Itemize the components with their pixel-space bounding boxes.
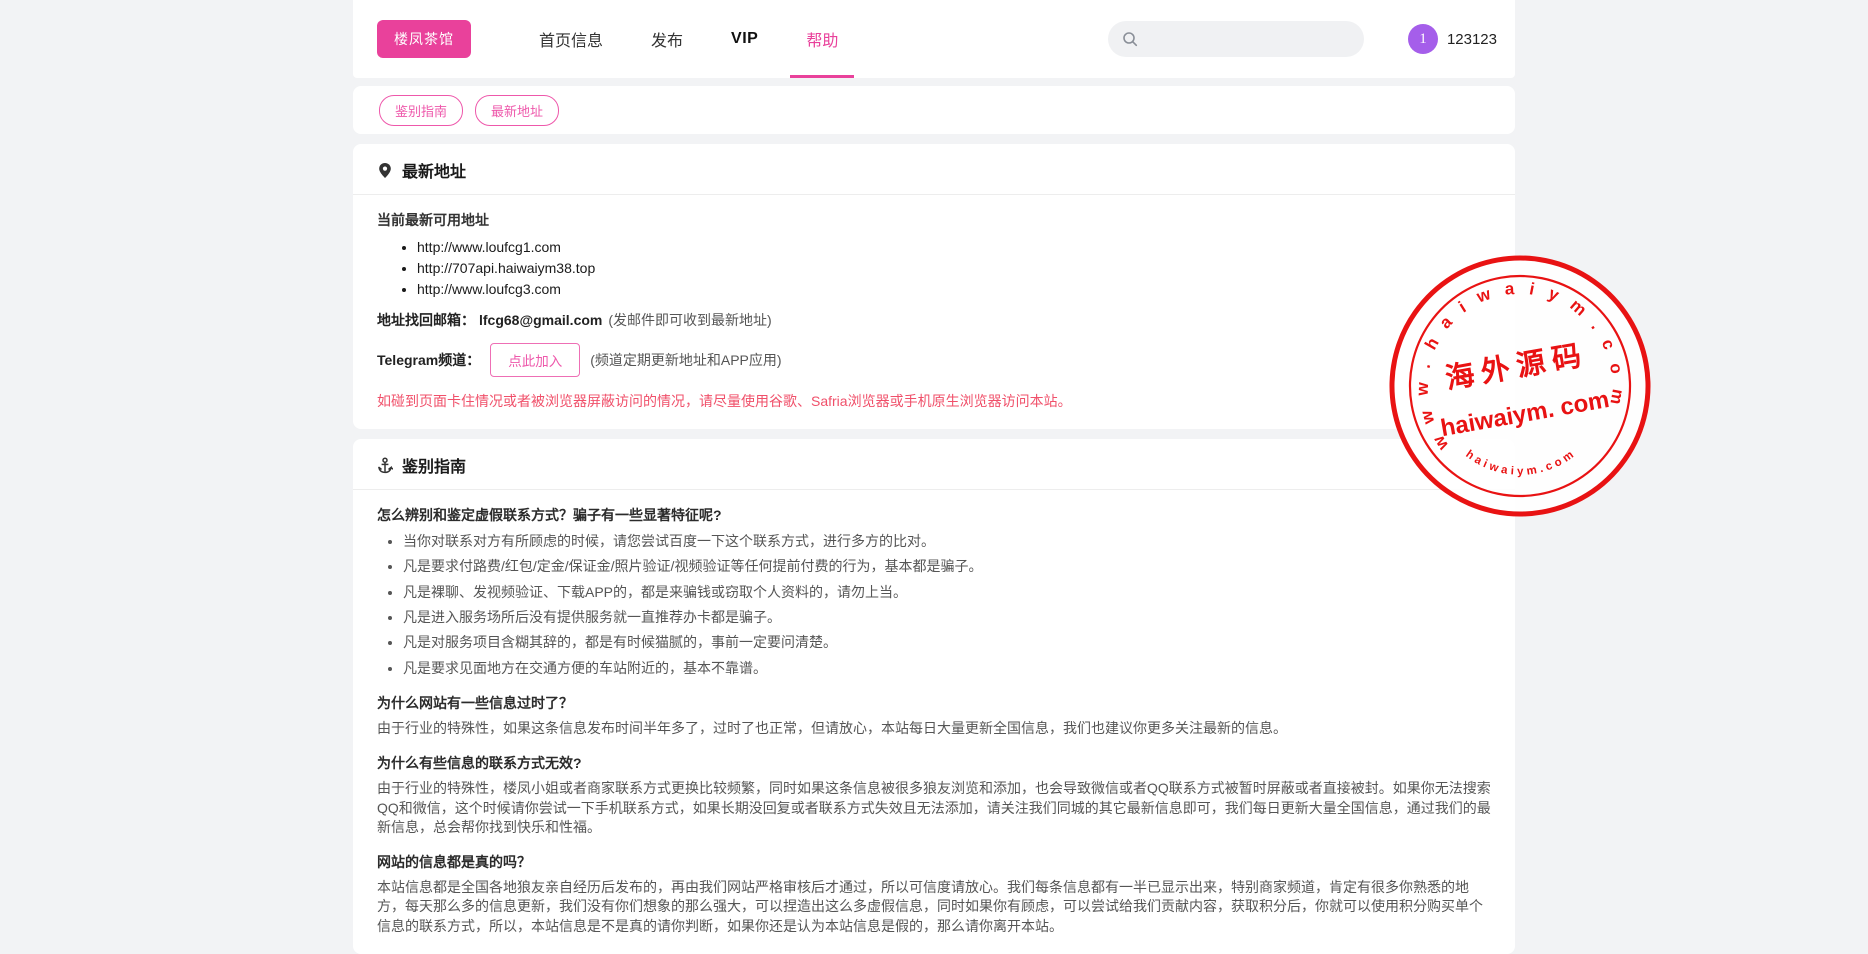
qa-block: 为什么网站有一些信息过时了？ 由于行业的特殊性，如果这条信息发布时间半年多了，过… [377, 693, 1491, 738]
pill-latest-address[interactable]: 最新地址 [475, 95, 559, 126]
email-line: 地址找回邮箱： lfcg68@gmail.com (发邮件即可收到最新地址) [377, 310, 1491, 330]
latest-address-title: 最新地址 [402, 158, 466, 182]
qa-answer: 本站信息都是全国各地狼友亲自经历后发布的，再由我们网站严格审核后才通过，所以可信… [377, 878, 1491, 936]
nav-item-vip[interactable]: VIP [721, 0, 768, 78]
avatar[interactable]: 1 [1408, 24, 1438, 54]
qa-question: 为什么有些信息的联系方式无效? [377, 753, 1491, 773]
current-address-subtitle: 当前最新可用地址 [377, 210, 1491, 230]
guide-bullet: 当你对联系对方有所顾虑的时候，请您尝试百度一下这个联系方式，进行多方的比对。 [403, 532, 1491, 551]
page: { "theme": { "brand_pink": "#e9419b", "a… [0, 0, 1868, 892]
site-url-link[interactable]: http://www.loufcg3.com [417, 281, 561, 297]
telegram-line: Telegram频道： 点此加入 (频道定期更新地址和APP应用) [377, 343, 1491, 377]
latest-address-body: 当前最新可用地址 http://www.loufcg1.com http://7… [353, 195, 1515, 429]
pill-identify-guide[interactable]: 鉴别指南 [379, 95, 463, 126]
nav-item-publish[interactable]: 发布 [641, 0, 693, 78]
identify-guide-card: 鉴别指南 怎么辨别和鉴定虚假联系方式？骗子有一些显著特征呢? 当你对联系对方有所… [353, 439, 1515, 954]
url-item: http://www.loufcg1.com [417, 239, 1491, 255]
telegram-join-button[interactable]: 点此加入 [490, 343, 580, 377]
user-info[interactable]: 1 123123 [1408, 24, 1497, 54]
site-url-link[interactable]: http://707api.haiwaiym38.top [417, 260, 595, 276]
browser-warning-text: 如碰到页面卡住情况或者被浏览器屏蔽访问的情况，请尽量使用谷歌、Safria浏览器… [377, 391, 1491, 411]
url-item: http://www.loufcg3.com [417, 281, 1491, 297]
url-list: http://www.loufcg1.com http://707api.hai… [377, 239, 1491, 297]
brand-logo-button[interactable]: 楼凤茶馆 [377, 20, 471, 58]
identify-guide-card-header: 鉴别指南 [353, 439, 1515, 490]
anchor-icon [377, 457, 393, 474]
main-nav: 首页信息 发布 VIP 帮助 [529, 0, 876, 78]
guide-bullet: 凡是进入服务场所后没有提供服务就一直推荐办卡都是骗子。 [403, 608, 1491, 627]
location-pin-icon [377, 162, 393, 179]
search-box[interactable] [1108, 21, 1364, 57]
nav-item-home[interactable]: 首页信息 [529, 0, 613, 78]
site-url-link[interactable]: http://www.loufcg1.com [417, 239, 561, 255]
qa-answer: 由于行业的特殊性，楼凤小姐或者商家联系方式更换比较频繁，同时如果这条信息被很多狼… [377, 779, 1491, 837]
telegram-note: (频道定期更新地址和APP应用) [590, 350, 781, 370]
telegram-label: Telegram频道： [377, 350, 480, 370]
qa-question: 为什么网站有一些信息过时了？ [377, 693, 1491, 713]
guide-bullet: 凡是要求付路费/红包/定金/保证金/照片验证/视频验证等任何提前付费的行为，基本… [403, 557, 1491, 576]
email-value: lfcg68@gmail.com [479, 312, 602, 328]
tag-pills-bar: 鉴别指南 最新地址 [353, 86, 1515, 134]
email-note: (发邮件即可收到最新地址) [608, 310, 771, 330]
url-item: http://707api.haiwaiym38.top [417, 260, 1491, 276]
username: 123123 [1447, 31, 1497, 48]
page-container: 楼凤茶馆 首页信息 发布 VIP 帮助 1 123123 鉴别指南 最新地址 [353, 0, 1515, 954]
guide-bullet: 凡是裸聊、发视频验证、下载APP的，都是来骗钱或窃取个人资料的，请勿上当。 [403, 583, 1491, 602]
guide-question-heading: 怎么辨别和鉴定虚假联系方式？骗子有一些显著特征呢? [377, 505, 1491, 525]
qa-block: 为什么有些信息的联系方式无效? 由于行业的特殊性，楼凤小姐或者商家联系方式更换比… [377, 753, 1491, 837]
guide-bullet: 凡是对服务项目含糊其辞的，都是有时候猫腻的，事前一定要问清楚。 [403, 633, 1491, 652]
search-icon [1122, 31, 1138, 47]
search-input[interactable] [1146, 31, 1350, 47]
qa-answer: 由于行业的特殊性，如果这条信息发布时间半年多了，过时了也正常，但请放心，本站每日… [377, 719, 1491, 738]
top-header: 楼凤茶馆 首页信息 发布 VIP 帮助 1 123123 [353, 0, 1515, 78]
latest-address-card-header: 最新地址 [353, 144, 1515, 195]
email-label: 地址找回邮箱： [377, 310, 475, 330]
nav-item-help[interactable]: 帮助 [796, 0, 848, 78]
qa-block: 网站的信息都是真的吗？ 本站信息都是全国各地狼友亲自经历后发布的，再由我们网站严… [377, 852, 1491, 936]
guide-bullet: 凡是要求见面地方在交通方便的车站附近的，基本不靠谱。 [403, 659, 1491, 678]
latest-address-card: 最新地址 当前最新可用地址 http://www.loufcg1.com htt… [353, 144, 1515, 429]
qa-question: 网站的信息都是真的吗？ [377, 852, 1491, 872]
guide-bullet-list: 当你对联系对方有所顾虑的时候，请您尝试百度一下这个联系方式，进行多方的比对。 凡… [377, 532, 1491, 678]
identify-guide-body: 怎么辨别和鉴定虚假联系方式？骗子有一些显著特征呢? 当你对联系对方有所顾虑的时候… [353, 490, 1515, 954]
identify-guide-title: 鉴别指南 [402, 453, 466, 477]
